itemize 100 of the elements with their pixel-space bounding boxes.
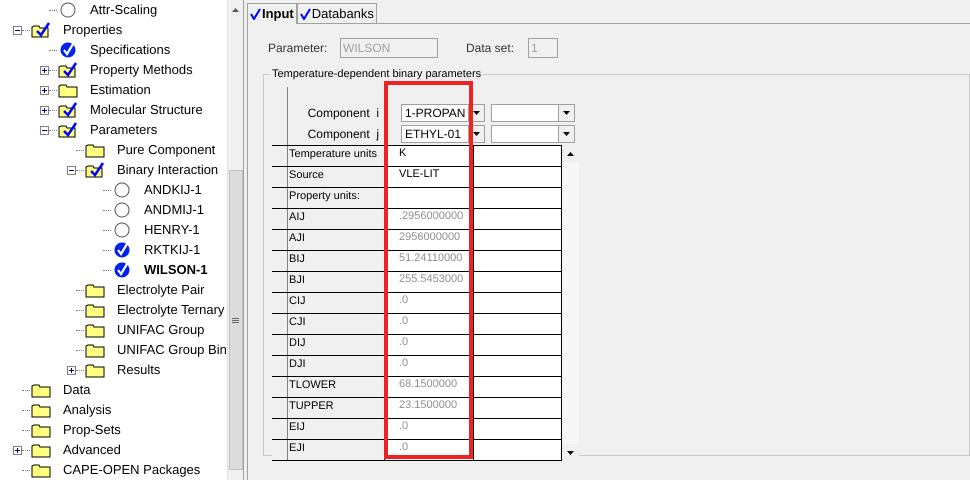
tree-item[interactable]: WILSON-1 xyxy=(143,262,209,278)
check-icon xyxy=(250,8,261,20)
value-cell[interactable] xyxy=(474,335,562,355)
tree-item[interactable]: ANDMIJ-1 xyxy=(143,202,205,218)
checked-folder-icon xyxy=(85,162,105,178)
value-cell[interactable]: VLE-LIT xyxy=(385,167,474,187)
value-cell[interactable] xyxy=(474,440,562,460)
folder-icon xyxy=(85,302,105,318)
tree-item[interactable]: Data xyxy=(62,382,92,398)
tree-item[interactable]: Analysis xyxy=(62,402,112,418)
value-cell[interactable] xyxy=(474,272,562,292)
value-cell[interactable] xyxy=(474,188,562,208)
collapse-icon[interactable] xyxy=(66,166,76,174)
tree-item[interactable]: Estimation xyxy=(89,82,152,98)
scroll-thumb[interactable] xyxy=(228,170,242,470)
folder-icon xyxy=(85,142,105,158)
folder-icon xyxy=(85,322,105,338)
group-title: Temperature-dependent binary parameters xyxy=(270,67,484,81)
row-label: EJI xyxy=(288,440,385,460)
checked-folder-icon xyxy=(31,22,51,38)
parameter-field: WILSON xyxy=(340,38,438,58)
scroll-up-icon[interactable] xyxy=(567,152,574,156)
data-set-label: Data set: xyxy=(466,40,516,57)
folder-icon xyxy=(85,342,105,358)
component-dropdown[interactable]: ETHYL-01 xyxy=(401,125,485,143)
tree-item[interactable]: Attr-Scaling xyxy=(89,2,158,18)
circle-icon xyxy=(114,202,130,218)
checked-folder-icon xyxy=(58,102,78,118)
tree-item[interactable]: Property Methods xyxy=(89,62,194,78)
tree-item[interactable]: UNIFAC Group Bin xyxy=(116,342,227,358)
expand-icon[interactable] xyxy=(40,86,48,94)
folder-icon xyxy=(85,362,105,378)
tree-item[interactable]: Electrolyte Ternary xyxy=(116,302,226,318)
expand-icon[interactable] xyxy=(12,446,22,454)
value-cell[interactable] xyxy=(474,377,562,397)
value-cell[interactable] xyxy=(474,398,562,418)
folder-icon xyxy=(85,282,105,298)
component-dropdown[interactable] xyxy=(491,104,575,122)
value-cell[interactable] xyxy=(474,293,562,313)
row-header[interactable] xyxy=(272,440,288,460)
tree-item[interactable]: Results xyxy=(116,362,162,378)
grid-scrollbar[interactable] xyxy=(562,145,579,461)
folder-icon xyxy=(31,442,51,458)
tree-item[interactable]: Advanced xyxy=(62,442,122,458)
folder-icon xyxy=(31,462,51,478)
circle-icon xyxy=(114,222,130,238)
value-cell[interactable]: K xyxy=(385,146,474,166)
tree-item[interactable]: Binary Interaction xyxy=(116,162,220,178)
scroll-down-icon[interactable] xyxy=(567,450,574,454)
check-circle-icon xyxy=(114,262,130,278)
tab[interactable]: Databanks xyxy=(296,3,377,23)
dropdown-arrow-icon xyxy=(563,132,570,136)
tree-item[interactable]: CAPE-OPEN Packages xyxy=(62,462,202,478)
check-circle-icon xyxy=(114,242,130,258)
tree-item[interactable]: Parameters xyxy=(89,122,158,138)
collapse-icon[interactable] xyxy=(12,26,22,34)
value-cell[interactable] xyxy=(474,356,562,376)
scrollbar[interactable] xyxy=(227,0,243,480)
tree-item[interactable]: Specifications xyxy=(89,42,172,58)
data-set-field: 1 xyxy=(528,38,558,58)
value-cell[interactable] xyxy=(474,167,562,187)
component-dropdown[interactable] xyxy=(491,125,575,143)
tree-item[interactable]: UNIFAC Group xyxy=(116,322,206,338)
grip-icon xyxy=(232,318,239,322)
folder-icon xyxy=(58,82,78,98)
value-cell[interactable] xyxy=(474,314,562,334)
tree-item[interactable]: Electrolyte Pair xyxy=(116,282,206,298)
tree-item[interactable]: Pure Component xyxy=(116,142,216,158)
check-icon xyxy=(300,8,311,20)
checked-folder-icon xyxy=(58,122,78,138)
component-label: Component i xyxy=(306,105,380,122)
checked-folder-icon xyxy=(58,62,78,78)
tab[interactable]: Input xyxy=(247,3,297,24)
value-cell[interactable] xyxy=(474,230,562,250)
tree-item[interactable]: RKTKIJ-1 xyxy=(143,242,202,258)
parameter-label: Parameter: xyxy=(268,40,328,57)
tree-item[interactable]: ANDKIJ-1 xyxy=(143,182,203,198)
folder-icon xyxy=(31,382,51,398)
tree-item[interactable]: Molecular Structure xyxy=(89,102,204,118)
collapse-icon[interactable] xyxy=(40,126,48,134)
value-cell[interactable] xyxy=(385,188,474,208)
expand-icon[interactable] xyxy=(40,106,48,114)
value-cell[interactable] xyxy=(474,419,562,439)
folder-icon xyxy=(31,402,51,418)
folder-icon xyxy=(31,422,51,438)
tree-item[interactable]: HENRY-1 xyxy=(143,222,201,238)
component-dropdown[interactable]: 1-PROPAN xyxy=(401,104,485,122)
expand-icon[interactable] xyxy=(66,366,76,374)
value-cell[interactable] xyxy=(474,251,562,271)
component-label: Component j xyxy=(306,126,380,143)
value-cell[interactable] xyxy=(474,146,562,166)
dropdown-arrow-icon xyxy=(473,111,480,115)
expand-icon[interactable] xyxy=(40,66,48,74)
tree-item[interactable]: Properties xyxy=(62,22,124,38)
dropdown-arrow-icon xyxy=(473,132,480,136)
tree-item[interactable]: Prop-Sets xyxy=(62,422,122,438)
check-circle-icon xyxy=(60,42,76,58)
dropdown-arrow-icon xyxy=(563,111,570,115)
scroll-up-icon[interactable] xyxy=(232,8,239,12)
value-cell[interactable] xyxy=(474,209,562,229)
